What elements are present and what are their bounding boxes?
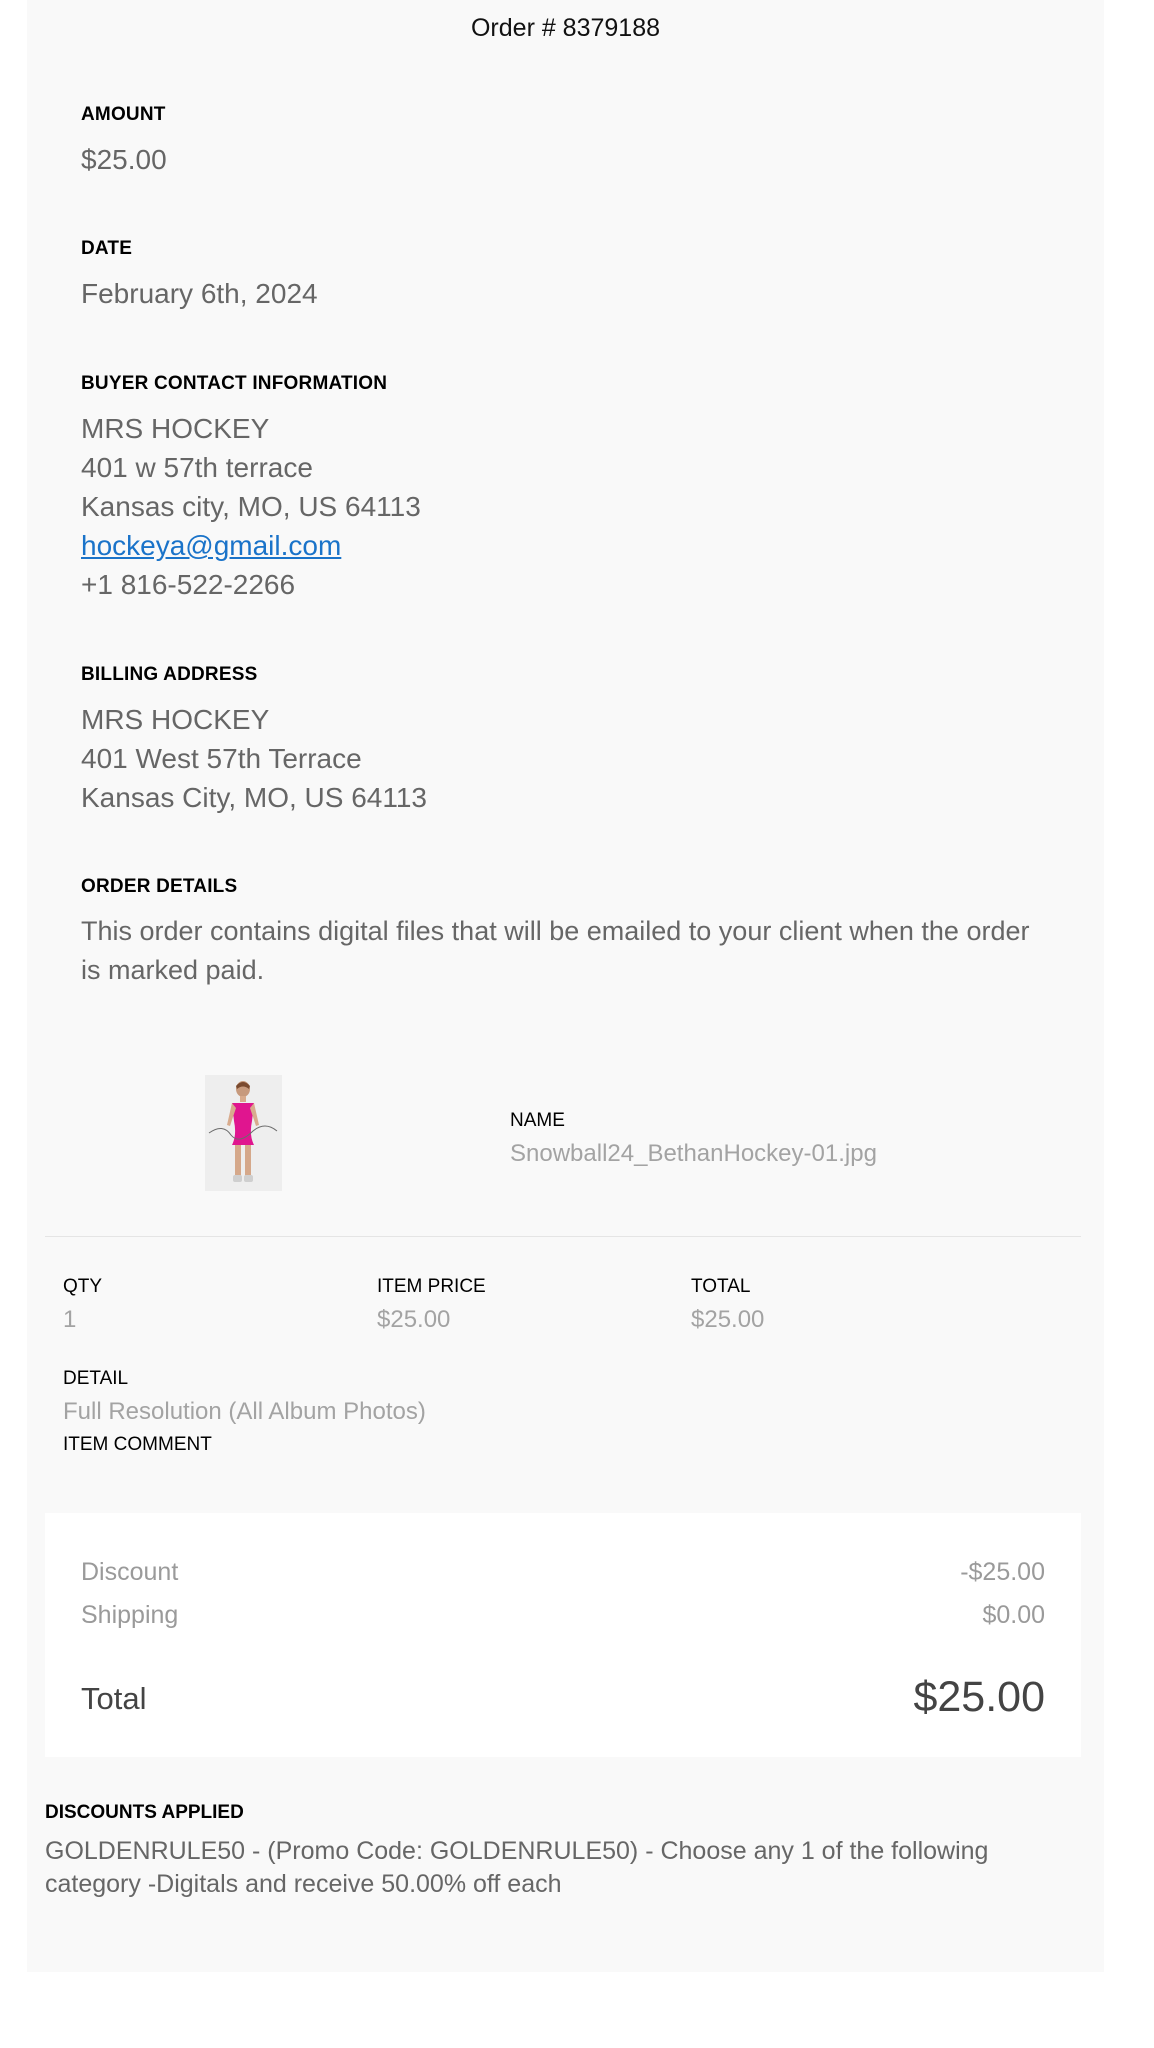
order-card: Order # 8379188 AMOUNT $25.00 DATE Febru…: [27, 0, 1104, 1972]
buyer-contact-info: MRS HOCKEY 401 w 57th terrace Kansas cit…: [81, 409, 1041, 604]
item-name-value: Snowball24_BethanHockey-01.jpg: [510, 1140, 877, 1167]
qty-value: 1: [63, 1306, 77, 1333]
shipping-value: $0.00: [982, 1601, 1045, 1629]
order-title: Order # 8379188: [470, 14, 661, 42]
discount-value: -$25.00: [960, 1558, 1045, 1586]
billing-street: 401 West 57th Terrace: [81, 743, 362, 774]
order-details-text: This order contains digital files that w…: [81, 916, 1030, 985]
item-price-label: ITEM PRICE: [377, 1276, 486, 1297]
item-total-block: TOTAL $25.00: [691, 1276, 971, 1334]
buyer-name: MRS HOCKEY: [81, 413, 270, 444]
total-value: $25.00: [913, 1673, 1045, 1721]
item-price-block: ITEM PRICE $25.00: [377, 1276, 657, 1334]
buyer-street: 401 w 57th terrace: [81, 452, 313, 483]
item-total-value: $25.00: [691, 1306, 765, 1333]
amount-value: $25.00: [81, 144, 167, 175]
billing-city: Kansas City, MO, US 64113: [81, 782, 427, 813]
detail-label: DETAIL: [63, 1368, 129, 1389]
order-details-label: ORDER DETAILS: [81, 876, 238, 897]
detail-value: Full Resolution (All Album Photos): [63, 1398, 426, 1425]
discounts-applied-label: DISCOUNTS APPLIED: [45, 1802, 244, 1823]
buyer-phone: +1 816-522-2266: [81, 569, 296, 600]
discount-label: Discount: [81, 1558, 179, 1586]
item-divider: [45, 1236, 1081, 1237]
buyer-city: Kansas city, MO, US 64113: [81, 491, 421, 522]
buyer-email-link[interactable]: hockeya@gmail.com: [81, 530, 341, 561]
item-total-label: TOTAL: [691, 1276, 751, 1297]
billing-name: MRS HOCKEY: [81, 704, 270, 735]
billing-address-label: BILLING ADDRESS: [81, 664, 258, 685]
billing-address-section: BILLING ADDRESS MRS HOCKEY 401 West 57th…: [81, 664, 1041, 817]
order-details-section: ORDER DETAILS This order contains digita…: [81, 876, 1041, 990]
buyer-contact-section: BUYER CONTACT INFORMATION MRS HOCKEY 401…: [81, 373, 1041, 604]
item-thumbnail[interactable]: [205, 1075, 282, 1191]
qty-label: QTY: [63, 1276, 103, 1297]
item-comment-label: ITEM COMMENT: [63, 1434, 212, 1455]
discount-row: Discount -$25.00: [81, 1558, 1045, 1587]
skater-photo-icon: [205, 1075, 282, 1191]
detail-block: DETAIL Full Resolution (All Album Photos…: [63, 1368, 663, 1456]
amount-label: AMOUNT: [81, 104, 166, 125]
billing-address-info: MRS HOCKEY 401 West 57th Terrace Kansas …: [81, 700, 1041, 817]
total-label: Total: [81, 1681, 147, 1716]
shipping-label: Shipping: [81, 1601, 179, 1629]
item-name-label: NAME: [510, 1110, 565, 1131]
order-summary: Discount -$25.00 Shipping $0.00 Total $2…: [45, 1513, 1081, 1757]
date-label: DATE: [81, 238, 133, 259]
date-section: DATE February 6th, 2024: [81, 238, 1041, 313]
discounts-applied-text: GOLDENRULE50 - (Promo Code: GOLDENRULE50…: [45, 1837, 989, 1898]
amount-section: AMOUNT $25.00: [81, 104, 1041, 179]
date-value: February 6th, 2024: [81, 278, 318, 309]
shipping-row: Shipping $0.00: [81, 1601, 1045, 1630]
item-name-block: NAME Snowball24_BethanHockey-01.jpg: [510, 1110, 1010, 1168]
item-price-value: $25.00: [377, 1306, 451, 1333]
qty-block: QTY 1: [63, 1276, 343, 1334]
buyer-contact-label: BUYER CONTACT INFORMATION: [81, 373, 388, 394]
